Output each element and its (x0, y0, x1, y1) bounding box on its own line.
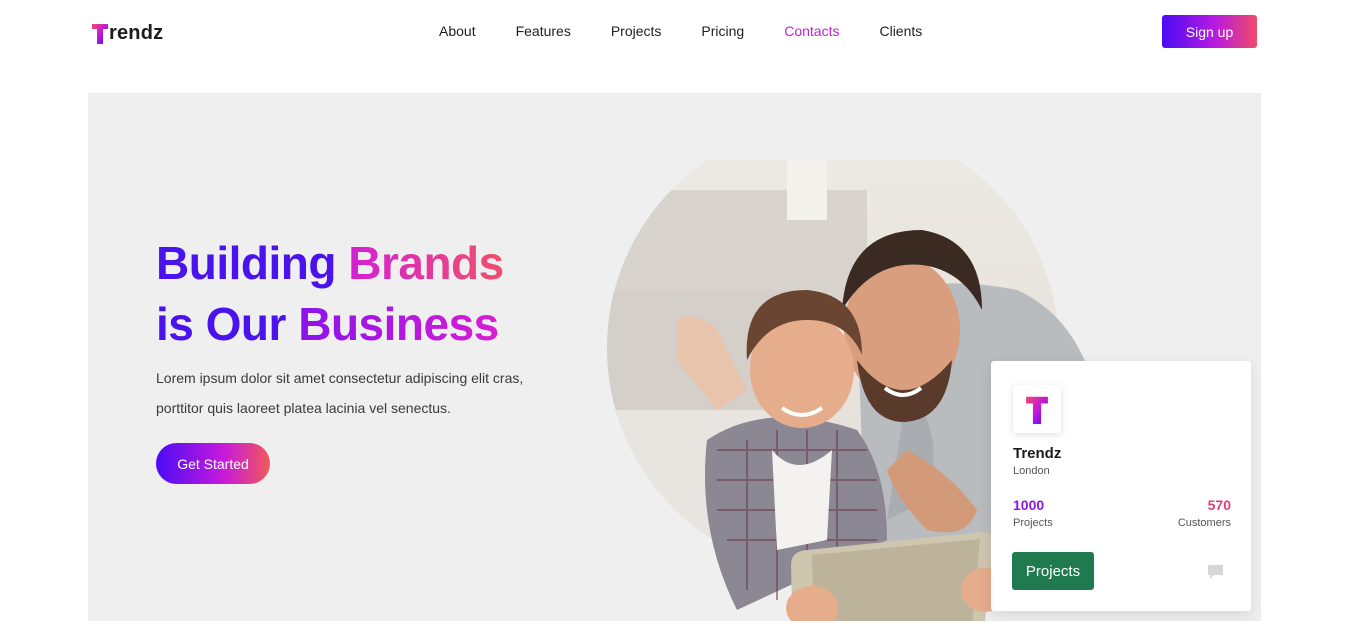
brand-name: rendz (109, 22, 164, 44)
logo-t-icon (92, 22, 108, 44)
hero-section: Building Brands is Our Business Lorem ip… (88, 93, 1261, 621)
stat-customers-value: 570 (1207, 497, 1231, 513)
brand-logo[interactable]: rendz (92, 20, 163, 44)
card-logo-t-icon (1013, 385, 1061, 433)
stat-projects-label: Projects (1013, 517, 1053, 529)
headline-word-business: Business (298, 298, 499, 350)
top-navigation: rendz About Features Projects Pricing Co… (0, 0, 1349, 64)
nav-link-features[interactable]: Features (516, 22, 571, 40)
chat-bubble-icon[interactable] (1208, 565, 1223, 579)
hero-description-line-1: Lorem ipsum dolor sit amet consectetur a… (156, 370, 524, 386)
nav-link-projects[interactable]: Projects (611, 22, 662, 40)
stat-customers-label: Customers (1177, 517, 1231, 529)
hero-headline: Building Brands is Our Business (156, 233, 504, 355)
nav-menu: About Features Projects Pricing Contacts… (439, 22, 962, 40)
stat-projects-value: 1000 (1013, 497, 1045, 513)
nav-link-clients[interactable]: Clients (879, 22, 922, 40)
nav-link-about[interactable]: About (439, 22, 476, 40)
headline-word-brands: Brands (348, 237, 504, 289)
card-projects-button[interactable]: Projects (1012, 552, 1094, 590)
headline-words-is-our: is Our (156, 298, 286, 350)
company-card: Trendz London 1000 Projects 570 Customer… (991, 361, 1251, 611)
hero-description-line-2: porttitor quis laoreet platea lacinia ve… (156, 400, 451, 416)
signup-button[interactable]: Sign up (1162, 15, 1257, 48)
headline-line-1: Building Brands (156, 233, 504, 294)
headline-word-building: Building (156, 237, 336, 289)
hero-description: Lorem ipsum dolor sit amet consectetur a… (156, 363, 536, 423)
headline-line-2: is Our Business (156, 294, 504, 355)
nav-link-contacts[interactable]: Contacts (784, 22, 839, 40)
card-title: Trendz (1013, 445, 1062, 462)
nav-link-pricing[interactable]: Pricing (701, 22, 744, 40)
get-started-button[interactable]: Get Started (156, 443, 270, 484)
card-location: London (1013, 465, 1050, 477)
